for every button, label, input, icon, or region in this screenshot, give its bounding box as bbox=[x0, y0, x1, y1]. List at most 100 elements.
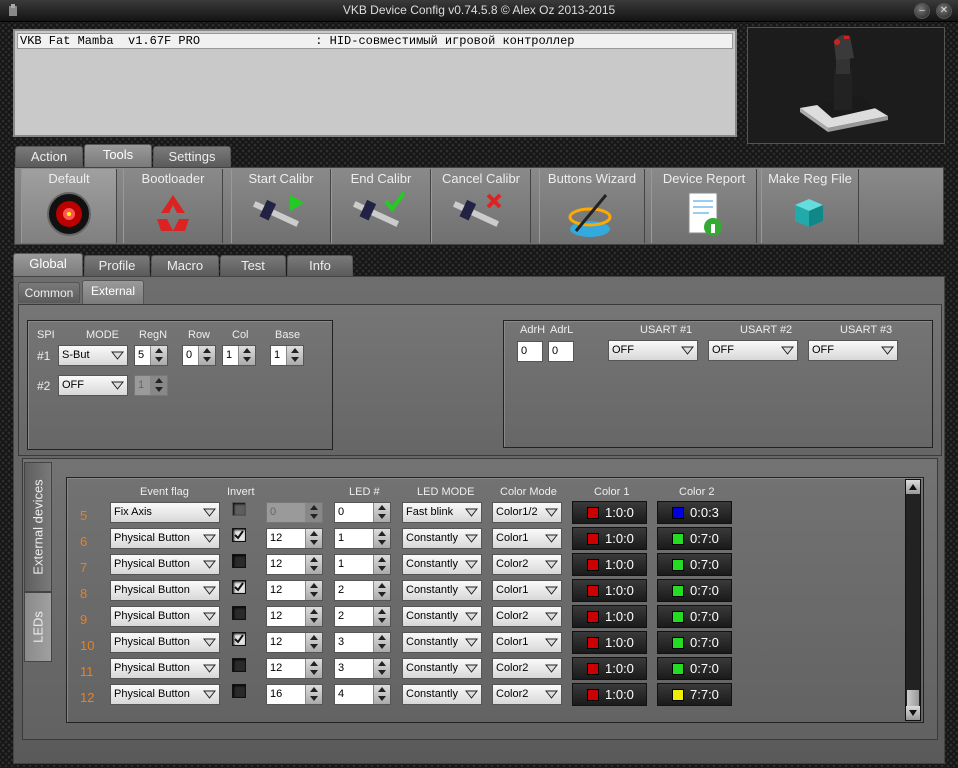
color-mode-select[interactable]: Color2 bbox=[492, 554, 562, 575]
tab-action[interactable]: Action bbox=[15, 146, 83, 167]
scroll-down-icon[interactable] bbox=[906, 706, 920, 720]
led-number-spinner[interactable]: 1 bbox=[334, 528, 391, 549]
button-number-spinner[interactable]: 12 bbox=[266, 554, 323, 575]
color2-button[interactable]: 0:7:0 bbox=[657, 631, 732, 654]
scroll-up-icon[interactable] bbox=[906, 480, 920, 494]
tab-settings[interactable]: Settings bbox=[153, 146, 231, 167]
invert-checkbox[interactable] bbox=[232, 528, 246, 542]
usart3-select[interactable]: OFF bbox=[808, 340, 898, 361]
invert-checkbox[interactable] bbox=[232, 684, 246, 698]
button-number-spinner[interactable]: 12 bbox=[266, 580, 323, 601]
color1-button[interactable]: 1:0:0 bbox=[572, 605, 647, 628]
spi1-mode-select[interactable]: S-But bbox=[58, 345, 128, 366]
led-number-spinner[interactable]: 4 bbox=[334, 684, 391, 705]
usart2-select[interactable]: OFF bbox=[708, 340, 798, 361]
tab-global[interactable]: Global bbox=[13, 253, 83, 277]
event-flag-select[interactable]: Physical Button bbox=[110, 658, 220, 679]
button-number-spinner[interactable]: 12 bbox=[266, 528, 323, 549]
color2-button[interactable]: 0:0:3 bbox=[657, 501, 732, 524]
color-mode-select[interactable]: Color2 bbox=[492, 606, 562, 627]
led-number-spinner[interactable]: 2 bbox=[334, 580, 391, 601]
color2-button[interactable]: 0:7:0 bbox=[657, 605, 732, 628]
button-number-spinner[interactable]: 12 bbox=[266, 658, 323, 679]
color-mode-select[interactable]: Color1 bbox=[492, 632, 562, 653]
spi1-row-spinner[interactable]: 0 bbox=[182, 345, 216, 366]
color2-button[interactable]: 0:7:0 bbox=[657, 527, 732, 550]
led-mode-select[interactable]: Fast blink bbox=[402, 502, 482, 523]
tab-external-devices[interactable]: External devices bbox=[24, 462, 52, 592]
make-reg-file-button[interactable]: Make Reg File bbox=[761, 169, 859, 243]
color2-button[interactable]: 7:7:0 bbox=[657, 683, 732, 706]
invert-checkbox[interactable] bbox=[232, 606, 246, 620]
cancel-calibr-button[interactable]: Cancel Calibr bbox=[431, 169, 531, 243]
spi1-col-spinner[interactable]: 1 bbox=[222, 345, 256, 366]
led-mode-select[interactable]: Constantly bbox=[402, 606, 482, 627]
color-mode-select[interactable]: Color2 bbox=[492, 684, 562, 705]
event-flag-select[interactable]: Fix Axis bbox=[110, 502, 220, 523]
adrl-input[interactable]: 0 bbox=[548, 341, 574, 362]
color1-button[interactable]: 1:0:0 bbox=[572, 527, 647, 550]
spi1-regn-spinner[interactable]: 5 bbox=[134, 345, 168, 366]
tab-profile[interactable]: Profile bbox=[84, 255, 150, 276]
color1-button[interactable]: 1:0:0 bbox=[572, 683, 647, 706]
device-report-button[interactable]: Device Report bbox=[651, 169, 757, 243]
event-flag-select[interactable]: Physical Button bbox=[110, 554, 220, 575]
led-mode-select[interactable]: Constantly bbox=[402, 554, 482, 575]
tab-info[interactable]: Info bbox=[287, 255, 353, 276]
minimize-icon[interactable]: – bbox=[914, 3, 930, 19]
led-number-spinner[interactable]: 3 bbox=[334, 658, 391, 679]
adrh-input[interactable]: 0 bbox=[517, 341, 543, 362]
event-flag-select[interactable]: Physical Button bbox=[110, 632, 220, 653]
end-calibr-button[interactable]: End Calibr bbox=[331, 169, 431, 243]
default-button[interactable]: Default bbox=[21, 169, 117, 243]
buttons-wizard-button[interactable]: Buttons Wizard bbox=[539, 169, 645, 243]
led-mode-select[interactable]: Constantly bbox=[402, 658, 482, 679]
led-mode-select[interactable]: Constantly bbox=[402, 684, 482, 705]
scroll-thumb[interactable] bbox=[907, 690, 919, 706]
spi2-mode-select[interactable]: OFF bbox=[58, 375, 128, 396]
color-mode-select[interactable]: Color2 bbox=[492, 658, 562, 679]
tab-macro[interactable]: Macro bbox=[151, 255, 219, 276]
color2-button[interactable]: 0:7:0 bbox=[657, 657, 732, 680]
bootloader-button[interactable]: Bootloader bbox=[123, 169, 223, 243]
color-mode-select[interactable]: Color1/2 bbox=[492, 502, 562, 523]
color-mode-select[interactable]: Color1 bbox=[492, 528, 562, 549]
color1-button[interactable]: 1:0:0 bbox=[572, 579, 647, 602]
tab-leds[interactable]: LEDs bbox=[24, 592, 52, 662]
tab-test[interactable]: Test bbox=[220, 255, 286, 276]
led-number-spinner[interactable]: 2 bbox=[334, 606, 391, 627]
event-flag-select[interactable]: Physical Button bbox=[110, 528, 220, 549]
start-calibr-button[interactable]: Start Calibr bbox=[231, 169, 331, 243]
led-scrollbar[interactable] bbox=[905, 479, 921, 721]
color1-button[interactable]: 1:0:0 bbox=[572, 631, 647, 654]
led-mode-select[interactable]: Constantly bbox=[402, 580, 482, 601]
button-number-spinner[interactable]: 16 bbox=[266, 684, 323, 705]
button-number-spinner[interactable]: 12 bbox=[266, 606, 323, 627]
color1-button[interactable]: 1:0:0 bbox=[572, 553, 647, 576]
color2-button[interactable]: 0:7:0 bbox=[657, 579, 732, 602]
event-flag-select[interactable]: Physical Button bbox=[110, 606, 220, 627]
color1-button[interactable]: 1:0:0 bbox=[572, 501, 647, 524]
spi1-base-spinner[interactable]: 1 bbox=[270, 345, 304, 366]
invert-checkbox[interactable] bbox=[232, 580, 246, 594]
event-flag-select[interactable]: Physical Button bbox=[110, 684, 220, 705]
color2-button[interactable]: 0:7:0 bbox=[657, 553, 732, 576]
event-flag-select[interactable]: Physical Button bbox=[110, 580, 220, 601]
color-mode-select[interactable]: Color1 bbox=[492, 580, 562, 601]
tab-common[interactable]: Common bbox=[18, 282, 80, 303]
led-mode-select[interactable]: Constantly bbox=[402, 528, 482, 549]
led-number-spinner[interactable]: 1 bbox=[334, 554, 391, 575]
invert-checkbox[interactable] bbox=[232, 632, 246, 646]
device-row[interactable]: VKB Fat Mamba v1.67F PRO : HID-совместим… bbox=[17, 33, 733, 49]
invert-checkbox[interactable] bbox=[232, 658, 246, 672]
color1-button[interactable]: 1:0:0 bbox=[572, 657, 647, 680]
led-number-spinner[interactable]: 0 bbox=[334, 502, 391, 523]
tab-tools[interactable]: Tools bbox=[84, 144, 152, 167]
led-number-spinner[interactable]: 3 bbox=[334, 632, 391, 653]
led-mode-select[interactable]: Constantly bbox=[402, 632, 482, 653]
tab-external[interactable]: External bbox=[82, 280, 144, 305]
usart1-select[interactable]: OFF bbox=[608, 340, 698, 361]
device-list[interactable]: VKB Fat Mamba v1.67F PRO : HID-совместим… bbox=[13, 29, 737, 137]
close-icon[interactable]: ✕ bbox=[936, 3, 952, 19]
button-number-spinner[interactable]: 12 bbox=[266, 632, 323, 653]
